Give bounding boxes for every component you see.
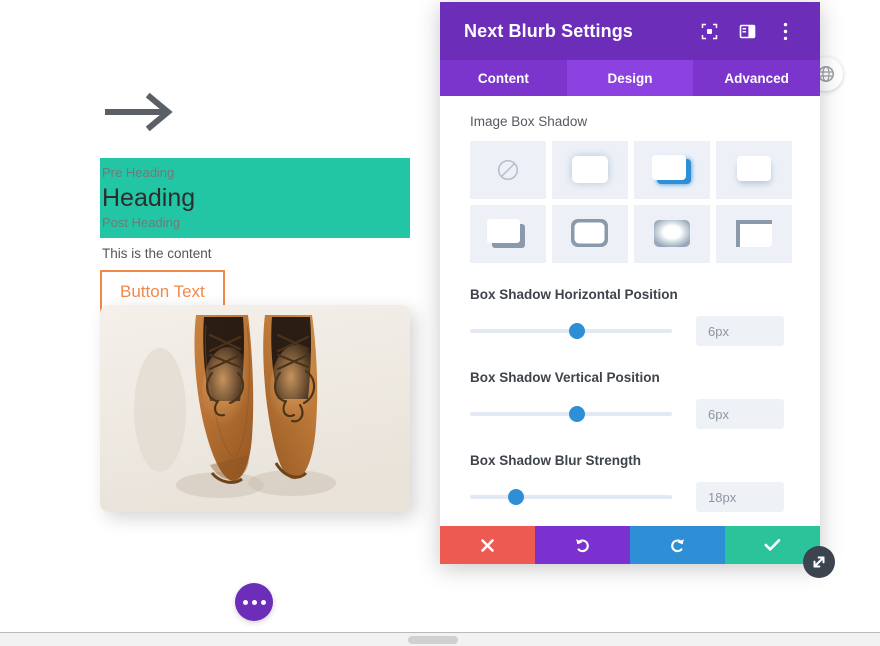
redo-icon: [671, 538, 684, 552]
layout-panel-icon[interactable]: [732, 16, 762, 46]
focus-target-icon[interactable]: [694, 16, 724, 46]
tab-design[interactable]: Design: [566, 60, 694, 96]
vertical-position-row: 6px: [470, 399, 792, 429]
horizontal-position-value[interactable]: 6px: [696, 316, 784, 346]
slider-thumb[interactable]: [508, 489, 525, 505]
preset-soft-glow-shadow[interactable]: [552, 141, 628, 199]
panel-body: Image Box Shadow Box Shadow Horizontal P…: [440, 96, 820, 526]
horizontal-position-row: 6px: [470, 316, 792, 346]
heading-text: Heading: [102, 184, 196, 212]
resize-diagonal-icon: [813, 556, 825, 568]
offset-bottom-right-shadow-icon: [487, 219, 525, 248]
dot-3: [260, 599, 266, 605]
box-shadow-preset-grid: [470, 141, 792, 263]
post-heading-text: Post Heading: [102, 215, 181, 230]
preset-inset-glow-shadow[interactable]: [634, 205, 710, 263]
image-box-shadow-label: Image Box Shadow: [470, 114, 588, 129]
blur-strength-label: Box Shadow Blur Strength: [470, 453, 642, 468]
panel-tabs: Content Design Advanced: [440, 60, 820, 96]
panel-footer: [440, 526, 820, 564]
vertical-position-label: Box Shadow Vertical Position: [470, 370, 660, 385]
app-screen: Pre Heading Heading Post Heading This is…: [0, 0, 880, 646]
blurb-module[interactable]: Pre Heading Heading Post Heading This is…: [100, 90, 410, 512]
arrow-right-icon: [105, 92, 173, 132]
preset-blue-offset-shadow[interactable]: [634, 141, 710, 199]
redo-button[interactable]: [630, 526, 725, 564]
blur-strength-row: 18px: [470, 482, 792, 512]
undo-icon: [576, 538, 589, 552]
blurb-image[interactable]: [100, 305, 410, 512]
check-icon: [764, 539, 781, 551]
vertical-position-value[interactable]: 6px: [696, 399, 784, 429]
slider-thumb[interactable]: [569, 406, 586, 422]
soft-glow-shadow-icon: [572, 156, 608, 183]
module-more-options-button[interactable]: [235, 583, 273, 621]
heading-block: Pre Heading Heading Post Heading: [100, 158, 410, 238]
scrollbar-thumb[interactable]: [408, 636, 458, 644]
top-left-inset-shadow-icon: [736, 220, 772, 247]
more-vertical-icon[interactable]: [770, 16, 800, 46]
blur-strength-value[interactable]: 18px: [696, 482, 784, 512]
undo-button[interactable]: [535, 526, 630, 564]
tab-advanced[interactable]: Advanced: [693, 60, 820, 96]
preset-bottom-soft-shadow[interactable]: [716, 141, 792, 199]
slider-thumb[interactable]: [569, 323, 586, 339]
cancel-button[interactable]: [440, 526, 535, 564]
preset-no-shadow[interactable]: [470, 141, 546, 199]
settings-panel: Next Blurb Settings Content Design Advan…: [440, 2, 820, 564]
dot-2: [251, 599, 257, 605]
blue-offset-shadow-icon: [652, 155, 691, 184]
tab-content[interactable]: Content: [440, 60, 567, 96]
close-icon: [481, 538, 494, 552]
preset-offset-bottom-right-shadow[interactable]: [470, 205, 546, 263]
no-shadow-icon: [497, 159, 519, 181]
vertical-position-slider[interactable]: [470, 406, 672, 422]
preset-outline-shadow[interactable]: [552, 205, 628, 263]
inset-glow-shadow-icon: [654, 220, 690, 247]
pre-heading-text: Pre Heading: [102, 165, 175, 180]
panel-resize-handle[interactable]: [803, 546, 835, 578]
content-text: This is the content: [102, 246, 212, 261]
panel-header: Next Blurb Settings: [440, 2, 820, 60]
bottom-soft-shadow-icon: [737, 156, 771, 184]
panel-title: Next Blurb Settings: [464, 20, 633, 41]
dot-1: [242, 599, 248, 605]
horizontal-position-slider[interactable]: [470, 323, 672, 339]
preset-top-left-inset-shadow[interactable]: [716, 205, 792, 263]
browser-horizontal-scrollbar[interactable]: [0, 632, 880, 646]
outline-shadow-icon: [571, 219, 608, 247]
blur-strength-slider[interactable]: [470, 489, 672, 505]
shoes-photo: [100, 305, 410, 512]
horizontal-position-label: Box Shadow Horizontal Position: [470, 287, 678, 302]
slider-track: [470, 495, 672, 499]
